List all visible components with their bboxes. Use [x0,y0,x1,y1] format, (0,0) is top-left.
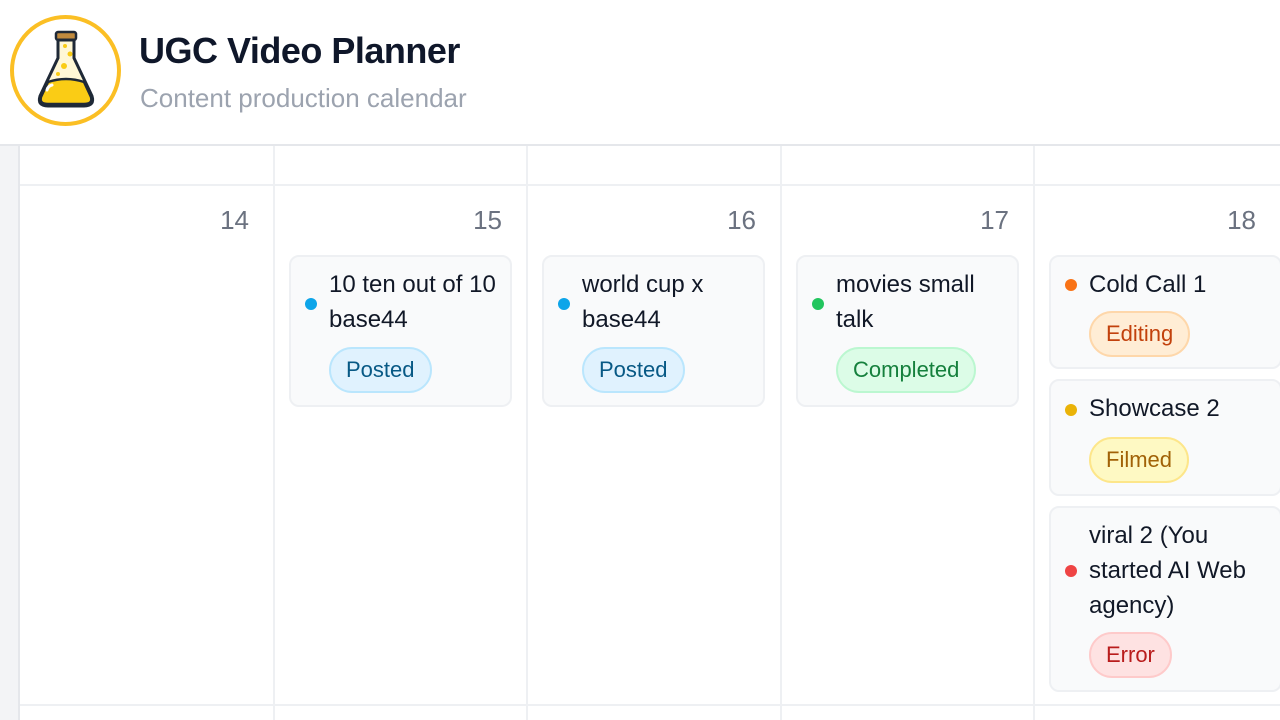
day-cell-15[interactable]: 15 10 ten out of 10 base44 Posted [275,187,526,707]
app-header: UGC Video Planner Content production cal… [0,0,1280,146]
day-number: 17 [980,205,1009,235]
flask-icon [37,30,94,107]
event-title: 10 ten out of 10 base44 [329,271,496,333]
calendar-grid: 14 15 10 ten out of 10 base44 Posted 16 … [0,146,1280,720]
app-subtitle: Content production calendar [140,83,467,113]
day-cell-17[interactable]: 17 movies small talk Completed [782,187,1033,707]
status-badge: Posted [329,347,432,393]
event-title: Showcase 2 [1089,395,1220,422]
event-card[interactable]: Showcase 2 Filmed [1049,379,1280,496]
event-card[interactable]: 10 ten out of 10 base44 Posted [289,255,512,407]
day-cell-18[interactable]: 18 Cold Call 1 Editing Showcase 2 Filmed… [1035,187,1280,707]
event-title: movies small talk [836,271,975,333]
event-card[interactable]: world cup x base44 Posted [542,255,765,407]
status-badge: Posted [582,347,685,393]
app-title: UGC Video Planner [139,30,460,71]
event-card[interactable]: Cold Call 1 Editing [1049,255,1280,369]
status-badge: Filmed [1089,437,1190,483]
status-dot [1065,565,1077,577]
status-badge: Editing [1089,311,1191,357]
status-dot [1065,404,1077,416]
grid-line [20,184,1280,186]
day-number: 16 [727,205,756,235]
day-cell-14[interactable]: 14 [22,187,273,707]
day-number: 15 [473,205,502,235]
status-badge: Completed [836,347,977,393]
day-cell-16[interactable]: 16 world cup x base44 Posted [528,187,780,707]
event-card[interactable]: movies small talk Completed [796,255,1019,407]
app-logo[interactable] [10,15,121,126]
calendar-left-rail [0,146,20,720]
status-dot [812,298,824,310]
event-title: viral 2 (You started AI Web agency) [1089,522,1246,619]
event-title: Cold Call 1 [1089,271,1207,298]
status-dot [1065,279,1077,291]
day-number: 14 [220,205,249,235]
status-dot [558,298,570,310]
event-card[interactable]: viral 2 (You started AI Web agency) Erro… [1049,506,1280,692]
status-dot [305,298,317,310]
event-title: world cup x base44 [582,271,704,333]
status-badge: Error [1089,632,1172,678]
day-number: 18 [1227,205,1256,235]
